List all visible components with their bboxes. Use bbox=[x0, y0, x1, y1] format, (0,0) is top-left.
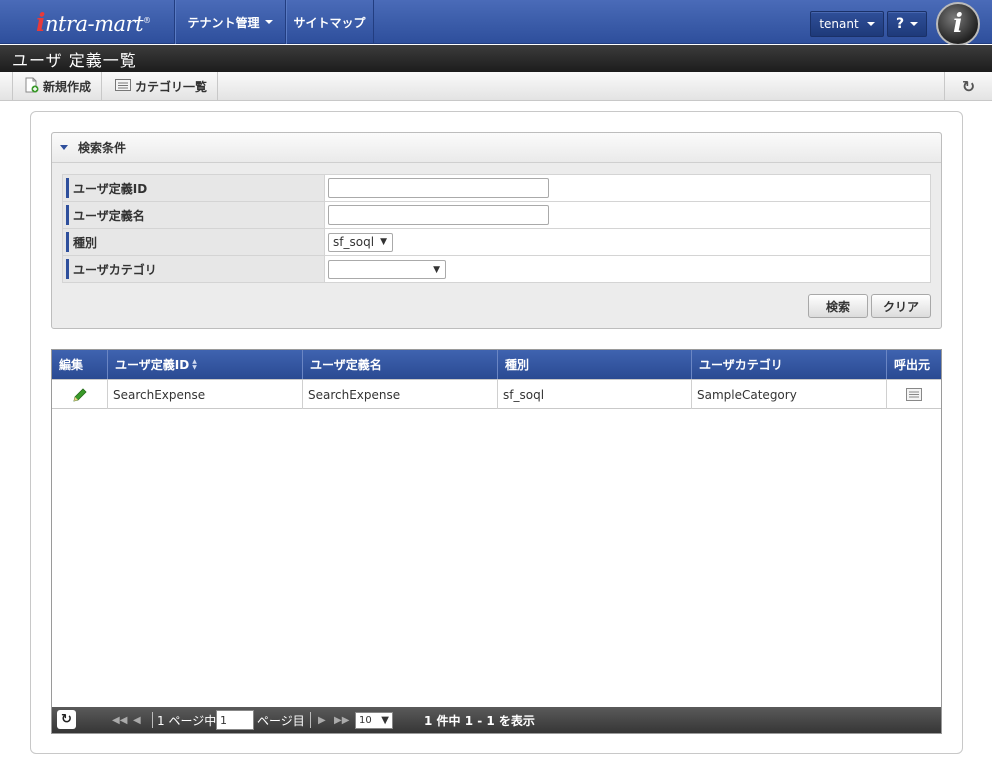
cell-user-def-name: SearchExpense bbox=[303, 380, 498, 409]
logo-i-letter: i bbox=[36, 7, 46, 37]
logo-text: ntra-mart bbox=[45, 11, 144, 36]
page-number-input[interactable]: 1 bbox=[216, 710, 254, 730]
pager-refresh-icon[interactable]: ↻ bbox=[57, 710, 76, 729]
page-title: ユーザ 定義一覧 bbox=[12, 50, 137, 70]
nav-sitemap-label: サイトマップ bbox=[293, 15, 366, 30]
column-header-user-category[interactable]: ユーザカテゴリ bbox=[692, 350, 887, 379]
column-header-user-def-id-label: ユーザ定義ID bbox=[115, 358, 190, 372]
refresh-icon[interactable]: ↻ bbox=[944, 72, 992, 101]
new-document-icon bbox=[23, 77, 39, 96]
tenant-menu-button[interactable]: tenant bbox=[810, 11, 884, 37]
nav-tenant-management-label: テナント管理 bbox=[187, 15, 260, 30]
column-header-edit: 編集 bbox=[52, 350, 108, 379]
last-page-icon[interactable]: ▶▶ bbox=[334, 707, 349, 733]
column-header-type[interactable]: 種別 bbox=[498, 350, 692, 379]
next-page-icon[interactable]: ▶ bbox=[318, 707, 326, 733]
chevron-down-icon bbox=[910, 22, 919, 26]
nav-sitemap[interactable]: サイトマップ bbox=[285, 0, 374, 44]
cell-user-category: SampleCategory bbox=[692, 380, 887, 409]
dropdown-arrow-icon: ▼ bbox=[380, 237, 387, 247]
search-panel-title: 検索条件 bbox=[78, 141, 127, 155]
pager: ↻ ◀◀ ◀ 1 ページ中 1 ページ目 ▶ ▶▶ 10 ▼ 1 件中 1 - 1… bbox=[52, 707, 941, 733]
logo-registered-mark: ® bbox=[143, 15, 151, 25]
user-def-id-input[interactable] bbox=[328, 178, 549, 198]
dropdown-arrow-icon: ▼ bbox=[381, 714, 389, 726]
caller-list-icon[interactable] bbox=[887, 380, 941, 409]
new-button[interactable]: 新規作成 bbox=[13, 72, 103, 101]
pager-separator bbox=[310, 707, 311, 733]
user-info-icon[interactable]: i bbox=[936, 2, 980, 46]
search-panel-header[interactable]: 検索条件 bbox=[52, 133, 941, 163]
first-page-icon[interactable]: ◀◀ bbox=[112, 707, 127, 733]
chevron-down-icon bbox=[866, 22, 875, 26]
user-def-id-label: ユーザ定義ID bbox=[62, 174, 325, 202]
help-menu-button[interactable]: ? bbox=[887, 11, 927, 37]
global-header: intra-mart® テナント管理 サイトマップ tenant ? i bbox=[0, 0, 992, 46]
rows-per-page-wrap: 10 ▼ bbox=[355, 707, 393, 733]
search-button[interactable]: 検索 bbox=[808, 294, 868, 318]
column-header-user-def-id[interactable]: ユーザ定義ID ▲ ▼ bbox=[108, 350, 303, 379]
page-prefix-label: 1 ページ中 bbox=[157, 713, 217, 728]
edit-pencil-icon[interactable] bbox=[52, 380, 108, 409]
dropdown-arrow-icon: ▼ bbox=[433, 264, 440, 275]
nav-tenant-management[interactable]: テナント管理 bbox=[174, 0, 285, 44]
user-category-label: ユーザカテゴリ bbox=[62, 255, 325, 283]
column-header-user-def-name[interactable]: ユーザ定義名 bbox=[303, 350, 498, 379]
grid-header: 編集 ユーザ定義ID ▲ ▼ ユーザ定義名 種別 ユーザカテゴリ 呼出元 bbox=[52, 350, 941, 379]
category-list-label: カテゴリ一覧 bbox=[135, 80, 208, 94]
user-def-name-label: ユーザ定義名 bbox=[62, 201, 325, 229]
user-category-select[interactable]: ▼ bbox=[328, 260, 446, 280]
record-summary: 1 件中 1 - 1 を表示 bbox=[424, 713, 535, 728]
intra-mart-logo[interactable]: intra-mart® bbox=[0, 0, 174, 44]
page-title-bar: ユーザ 定義一覧 bbox=[0, 45, 992, 72]
search-form-table: ユーザ定義ID ユーザ定義名 種別 sf_soql ▼ ユーザカテゴリ ▼ bbox=[62, 174, 931, 283]
page-number-wrap: 1 bbox=[216, 707, 254, 733]
type-select-value: sf_soql bbox=[333, 235, 375, 249]
category-list-button[interactable]: カテゴリ一覧 bbox=[105, 72, 219, 101]
help-icon: ? bbox=[895, 16, 905, 32]
search-panel: 検索条件 ユーザ定義ID ユーザ定義名 種別 sf_soql ▼ ユーザカテゴリ … bbox=[51, 132, 942, 329]
rows-per-page-select[interactable]: 10 ▼ bbox=[355, 711, 393, 729]
prev-page-icon[interactable]: ◀ bbox=[133, 707, 141, 733]
page-suffix-label: ページ目 bbox=[257, 713, 305, 728]
clear-button[interactable]: クリア bbox=[871, 294, 931, 318]
chevron-down-icon bbox=[264, 20, 273, 24]
rows-per-page-value: 10 bbox=[359, 714, 372, 726]
list-icon bbox=[115, 78, 131, 95]
pager-separator bbox=[152, 707, 153, 733]
tenant-menu-label: tenant bbox=[819, 17, 859, 31]
column-header-caller: 呼出元 bbox=[894, 358, 931, 372]
results-grid: 編集 ユーザ定義ID ▲ ▼ ユーザ定義名 種別 ユーザカテゴリ 呼出元 Sear… bbox=[51, 349, 942, 734]
type-select[interactable]: sf_soql ▼ bbox=[328, 232, 393, 252]
cell-user-def-id: SearchExpense bbox=[108, 380, 303, 409]
user-def-name-input[interactable] bbox=[328, 205, 549, 225]
collapse-triangle-icon bbox=[60, 145, 68, 150]
type-label: 種別 bbox=[62, 228, 325, 256]
cell-type: sf_soql bbox=[498, 380, 692, 409]
sort-icon: ▲ ▼ bbox=[192, 357, 197, 371]
toolbar: 新規作成 カテゴリ一覧 ↻ bbox=[0, 72, 992, 101]
new-button-label: 新規作成 bbox=[43, 80, 92, 94]
table-row: SearchExpense SearchExpense sf_soql Samp… bbox=[52, 379, 941, 409]
